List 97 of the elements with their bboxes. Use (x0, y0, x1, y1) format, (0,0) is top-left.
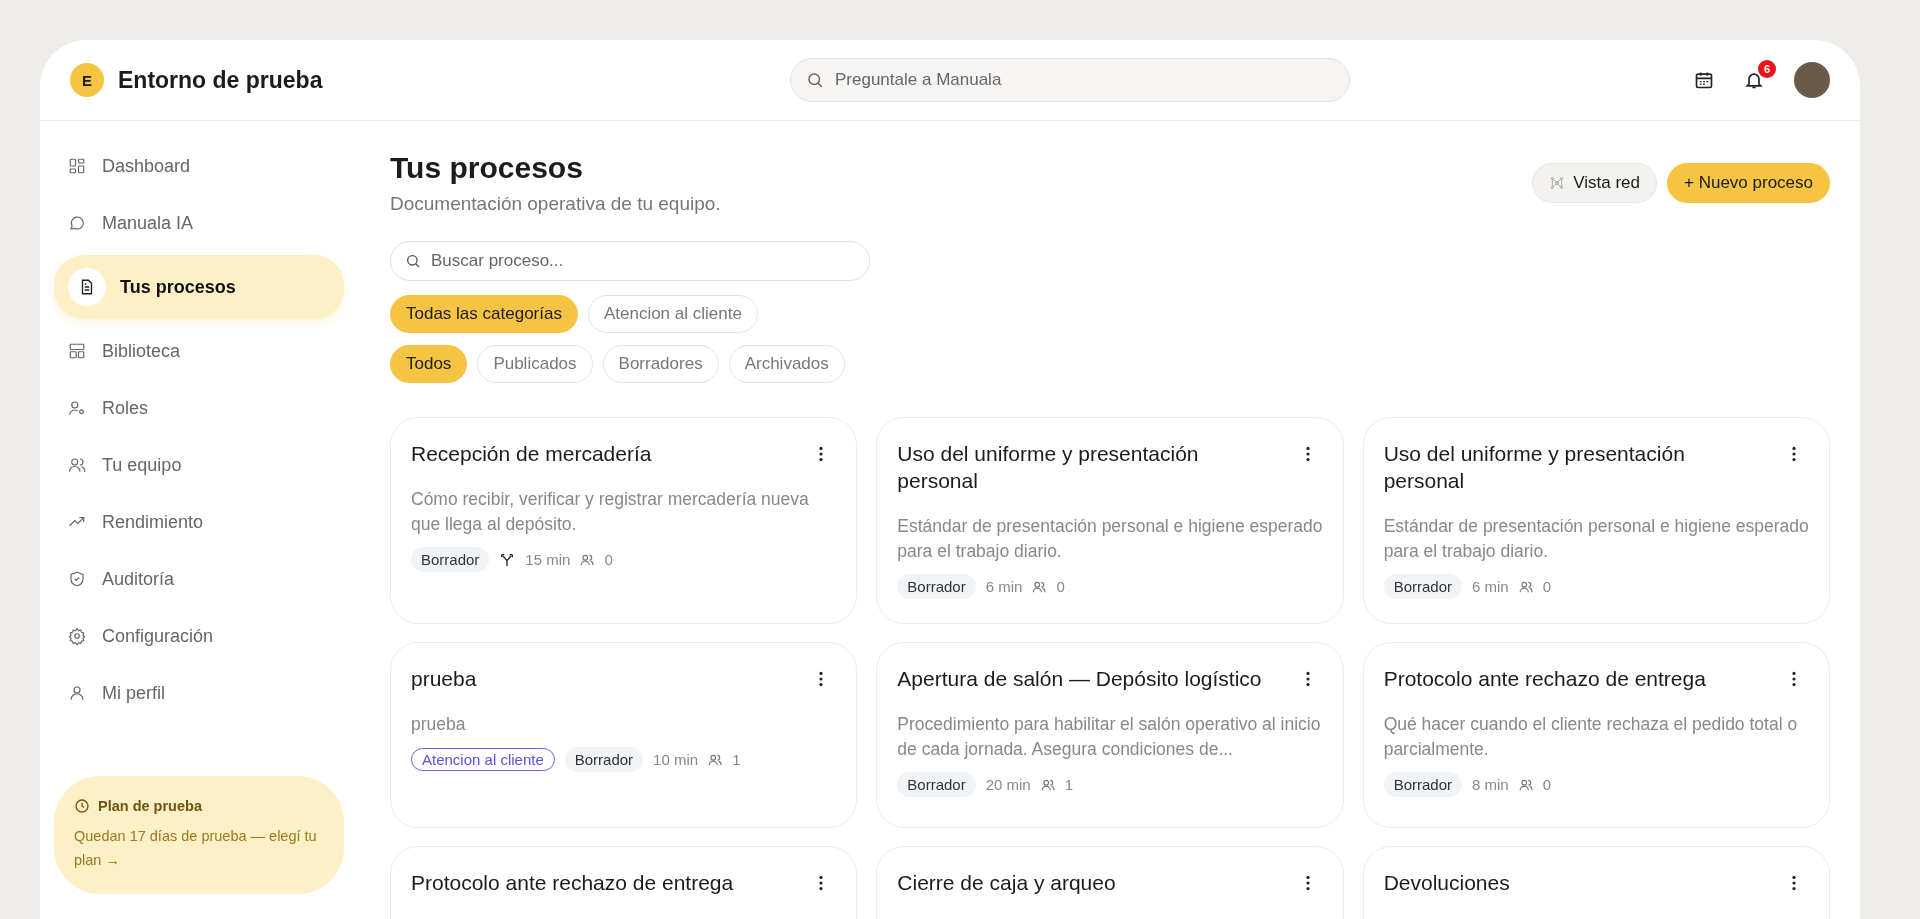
process-card[interactable]: Protocolo ante rechazo de entrega Qué hacer cuando el cliente rechaza el pedido total o parcialmente. Borrador 8 min 0 (1362, 642, 1830, 828)
process-description: Cómo recibir, verificar y registrar mercadería nueva que llega al depósito. (411, 488, 810, 536)
more-options-icon[interactable] (1304, 671, 1311, 687)
sidebar-item[interactable]: Tus procesos (54, 255, 344, 319)
layout-icon (68, 342, 86, 360)
more-options-icon[interactable] (1791, 671, 1797, 687)
bell-icon[interactable] (1744, 70, 1764, 90)
process-title: prueba (411, 666, 477, 692)
duration: 10 min (653, 751, 699, 768)
more-options-icon[interactable] (818, 446, 825, 462)
status-tag: Borrador (1383, 772, 1462, 797)
category-filter-chip[interactable]: Atencion al cliente (587, 295, 758, 333)
category-filter-chip[interactable]: Todas las categorías (390, 295, 578, 333)
more-options-icon[interactable] (1304, 875, 1311, 891)
process-description: Qué hacer cuando el cliente rechaza el pedido total o parcialmente. (1383, 713, 1799, 761)
users-icon (68, 456, 86, 474)
status-filter-chip[interactable]: Archivados (728, 345, 845, 383)
process-card[interactable]: Protocolo ante rechazo de entrega (390, 846, 858, 919)
new-process-button[interactable]: + Nuevo proceso (1667, 163, 1830, 203)
people-count: 0 (604, 551, 613, 568)
workspace-avatar[interactable]: E (70, 63, 104, 97)
status-filter-chip[interactable]: Publicados (477, 345, 593, 383)
more-options-icon[interactable] (818, 875, 825, 891)
sidebar-item[interactable]: Mi perfil (54, 666, 344, 720)
duration: 6 min (985, 578, 1023, 595)
status-filter-chip[interactable]: Borradores (602, 345, 719, 383)
users-icon (1040, 777, 1055, 792)
grid-icon (68, 157, 86, 175)
duration: 20 min (985, 776, 1031, 793)
users-icon (1518, 777, 1533, 792)
process-description: Procedimiento para habilitar el salón operativo al inicio de cada jornada. Asegura condiciones de... (897, 713, 1322, 761)
clock-icon (74, 798, 90, 814)
sidebar-item[interactable]: Manuala IA (54, 196, 344, 250)
notification-badge: 6 (1758, 60, 1776, 78)
settings-icon (68, 627, 86, 645)
process-card[interactable]: Devoluciones (1362, 846, 1830, 919)
users-icon (1032, 579, 1047, 594)
process-card[interactable]: Uso del uniforme y presentación personal Estándar de presentación personal e higiene esperado para el trabajo diario. Borrador 6 min 0 (1362, 417, 1830, 624)
sidebar-item[interactable]: Tu equipo (54, 438, 344, 492)
process-card[interactable]: Cierre de caja y arqueo (876, 846, 1344, 919)
more-options-icon[interactable] (818, 671, 825, 687)
more-options-icon[interactable] (1791, 446, 1797, 462)
process-card[interactable]: Apertura de salón — Depósito logístico Procedimiento para habilitar el salón operativo al inicio de cada jornada. Asegura condiciones de... Borrador 20 min 1 (876, 642, 1344, 828)
process-title: Apertura de salón — Depósito logístico (897, 666, 1262, 692)
sidebar-item[interactable]: Auditoría (54, 552, 344, 606)
user-gear-icon (68, 399, 86, 417)
status-tag: Borrador (564, 747, 644, 772)
page-title: Tus procesos (390, 151, 584, 185)
sidebar-item[interactable]: Dashboard (54, 139, 344, 193)
more-options-icon[interactable] (1791, 875, 1797, 891)
workspace-name: Entorno de prueba (118, 66, 323, 94)
people-count: 0 (1542, 578, 1552, 595)
people-count: 1 (1064, 776, 1074, 793)
chat-bubble-icon (68, 214, 86, 232)
process-card[interactable]: prueba prueba Atencion al cliente Borrador 10 min 1 (390, 642, 858, 828)
status-tag: Borrador (411, 547, 490, 572)
status-tag: Borrador (897, 574, 976, 599)
process-title: Devoluciones (1383, 870, 1510, 896)
shield-icon (68, 570, 86, 588)
status-tag: Borrador (897, 772, 976, 797)
process-card[interactable]: Recepción de mercadería Cómo recibir, verificar y registrar mercadería nueva que llega al depósito. Borrador 15 min 0 (390, 417, 858, 624)
network-view-button[interactable]: Vista red (1532, 163, 1657, 203)
search-field[interactable]: Preguntale a Manuala (790, 58, 1350, 102)
sidebar-item[interactable]: Configuración (54, 609, 344, 663)
process-title: Cierre de caja y arqueo (897, 870, 1116, 896)
users-icon (1518, 579, 1533, 594)
process-description: Estándar de presentación personal e higiene esperado para el trabajo diario. (1383, 515, 1809, 563)
process-title: Recepción de mercadería (411, 441, 652, 467)
people-count: 1 (732, 751, 741, 768)
process-title: Uso del uniforme y presentación personal (897, 441, 1200, 494)
sidebar-item[interactable]: Roles (54, 381, 344, 435)
network-icon (1549, 175, 1566, 191)
calendar-icon[interactable] (1694, 70, 1714, 90)
process-title: Protocolo ante rechazo de entrega (1383, 666, 1706, 692)
process-description: Estándar de presentación personal e higiene esperado para el trabajo diario. (897, 515, 1323, 563)
more-options-icon[interactable] (1304, 446, 1311, 462)
duration: 8 min (1472, 776, 1509, 793)
users-icon (580, 552, 595, 567)
users-icon (708, 752, 723, 767)
status-filter-chip[interactable]: Todos (390, 345, 468, 383)
user-icon (68, 684, 86, 702)
plan-title: Plan de prueba (98, 798, 202, 814)
process-description: prueba (411, 713, 467, 736)
process-card[interactable]: Uso del uniforme y presentación personal Estándar de presentación personal e higiene esperado para el trabajo diario. Borrador 6 min 0 (876, 417, 1344, 624)
process-title: Uso del uniforme y presentación personal (1383, 441, 1686, 494)
process-search-field[interactable]: Buscar proceso... (390, 241, 870, 281)
page-subtitle: Documentación operativa de tu equipo. (390, 193, 721, 215)
people-count: 0 (1542, 776, 1552, 793)
status-tag: Borrador (1383, 574, 1462, 599)
sidebar-item[interactable]: Rendimiento (54, 495, 344, 549)
process-title: Protocolo ante rechazo de entrega (411, 870, 734, 896)
sidebar-item[interactable]: Biblioteca (54, 324, 344, 378)
user-avatar[interactable] (1794, 62, 1830, 98)
people-count: 0 (1056, 578, 1065, 595)
choose-plan-link[interactable]: Quedan 17 días de prueba — elegí tu plan → (74, 824, 324, 872)
duration: 6 min (1472, 578, 1509, 595)
duration: 15 min (525, 551, 571, 568)
